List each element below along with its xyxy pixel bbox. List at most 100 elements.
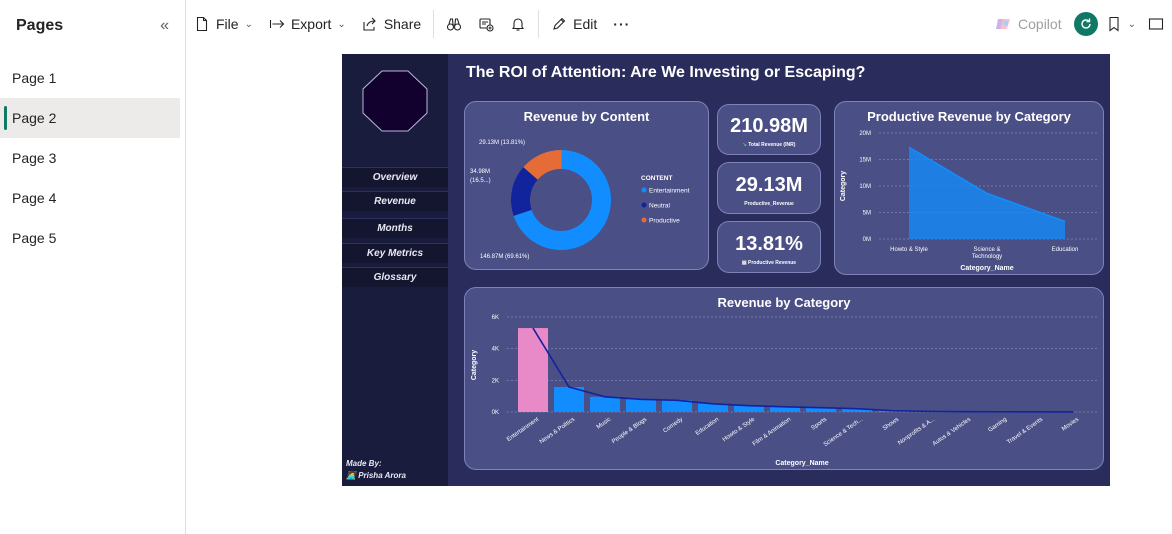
author-name: Prisha Arora: [358, 471, 406, 480]
nav-button[interactable]: Overview: [342, 167, 448, 187]
refresh-button[interactable]: [1073, 12, 1098, 36]
x-tick-label: Nonprofits & A...: [897, 417, 936, 447]
copilot-button[interactable]: Copilot: [986, 15, 1070, 33]
nav-button[interactable]: Months: [342, 218, 448, 238]
view-button[interactable]: [1144, 8, 1172, 40]
data-label: 34.98M: [470, 169, 490, 175]
binoculars-button[interactable]: [438, 8, 470, 40]
area-chart: 0M 5M 10M 15M 20M Howto & Style Science &Techn…: [840, 131, 1099, 272]
data-label: 146.87M (69.61%): [480, 254, 529, 260]
legend-label: Productive: [649, 218, 680, 225]
kpi-label: ▤ Productive Revenue: [718, 260, 820, 266]
report-toolbar: File ⌄ Export ⌄ Share Edit ··· Copilot ⌄: [186, 4, 1172, 44]
revenue-by-category-card[interactable]: Revenue by Category 0K 2K 4K 6K Entertainmen…: [464, 287, 1104, 470]
x-axis-title: Category_Name: [775, 460, 828, 467]
report-side-panel: Overview Revenue Months Key Metrics Glossary…: [342, 54, 448, 486]
x-tick-label: Education: [695, 417, 720, 437]
binoculars-icon: [447, 18, 462, 31]
nav-button[interactable]: Key Metrics: [342, 243, 448, 263]
x-axis-title: Category_Name: [960, 265, 1013, 272]
kpi-label: ↘ Total Revenue (INR): [718, 142, 820, 148]
bell-icon: [512, 18, 525, 31]
kpi-label: Productive_Revenue: [744, 201, 794, 207]
share-icon: [363, 17, 376, 31]
kpi-value: 13.81%: [735, 233, 803, 255]
legend-title: CONTENT: [641, 175, 672, 182]
made-by-credit: Made By: 🧑‍💻 Prisha Arora: [346, 458, 406, 482]
copilot-icon: [996, 19, 1011, 29]
y-axis-title: Category: [840, 171, 847, 201]
add-visual-icon: [479, 18, 494, 32]
y-tick-label: 0M: [863, 237, 871, 243]
pages-title: Pages: [16, 17, 64, 34]
bookmark-button[interactable]: ⌄: [1102, 8, 1140, 40]
kpi-label-text: Productive Revenue: [748, 260, 797, 266]
y-tick-label: 2K: [492, 378, 499, 384]
pencil-icon: [553, 17, 566, 30]
y-tick-label: 15M: [859, 158, 871, 164]
x-tick-label: Movies: [1061, 417, 1080, 433]
file-label: File: [216, 16, 239, 32]
page-item[interactable]: Page 3: [0, 138, 180, 178]
x-tick-label: Technology: [972, 254, 1002, 260]
x-tick-label: Comedy: [662, 417, 684, 435]
productive-revenue-by-category-card[interactable]: Productive Revenue by Category 0M 5M 10M 15…: [834, 101, 1104, 275]
pages-header: Pages «: [0, 0, 185, 52]
x-tick-label: Shows: [882, 417, 900, 432]
y-tick-label: 5M: [863, 211, 871, 217]
x-tick-label: Entertainment: [506, 417, 540, 444]
kpi-card-productive-revenue[interactable]: 29.13M Productive_Revenue: [717, 162, 821, 214]
x-tick-label: Howto & Style: [890, 247, 928, 253]
kpi-card-productive-pct[interactable]: 13.81% ▤ Productive Revenue: [717, 221, 821, 273]
ellipsis-icon: ···: [613, 16, 631, 32]
double-chevron-left-icon[interactable]: «: [160, 17, 169, 35]
revenue-by-content-card[interactable]: Revenue by Content 29.13M (13.81%) 34.98M…: [464, 101, 709, 270]
author-line: 🧑‍💻 Prisha Arora: [346, 470, 406, 482]
x-tick-label: Education: [1052, 247, 1079, 253]
chevron-down-icon: ⌄: [337, 18, 346, 30]
bar-line-chart: 0K 2K 4K 6K EntertainmentNews & Politics Musi…: [471, 315, 1099, 467]
x-tick-label: Sports: [810, 417, 828, 432]
legend-dot: [641, 187, 647, 193]
bar: [518, 328, 548, 412]
y-tick-label: 6K: [492, 315, 499, 321]
toolbar-right: Copilot ⌄: [986, 4, 1172, 44]
page-item[interactable]: Page 4: [0, 178, 180, 218]
add-visual-button[interactable]: [470, 8, 502, 40]
legend-dot: [641, 202, 647, 208]
toolbar-divider: [538, 10, 540, 38]
bar: [590, 396, 620, 412]
data-label: 29.13M (13.81%): [479, 140, 525, 146]
x-tick-label: Science & Tech...: [823, 417, 865, 449]
file-icon: [196, 16, 208, 32]
more-options-button[interactable]: ···: [605, 8, 638, 40]
y-tick-label: 10M: [859, 184, 871, 190]
export-menu-button[interactable]: Export ⌄: [261, 8, 354, 40]
bar: [626, 399, 656, 412]
file-menu-button[interactable]: File ⌄: [186, 8, 261, 40]
refresh-icon: [1080, 18, 1091, 29]
y-tick-label: 20M: [859, 131, 871, 137]
toolbar-divider: [433, 10, 435, 38]
report-canvas: Overview Revenue Months Key Metrics Glossary…: [342, 54, 1110, 486]
nav-button[interactable]: Revenue: [342, 191, 448, 211]
donut-chart: 29.13M (13.81%) 34.98M (16.5...) 146.87M (6…: [470, 140, 690, 260]
kpi-value: 29.13M: [735, 174, 803, 196]
y-tick-label: 4K: [492, 347, 499, 353]
y-tick-label: 0K: [492, 410, 499, 416]
legend-label: Entertainment: [649, 188, 690, 195]
nav-button[interactable]: Glossary: [342, 267, 448, 287]
x-tick-label: Howto & Style: [722, 416, 757, 443]
bar: [554, 386, 584, 412]
page-item[interactable]: Page 2: [0, 98, 180, 138]
share-button[interactable]: Share: [354, 8, 429, 40]
pages-pane: Pages « Page 1 Page 2 Page 3 Page 4 Page 5: [0, 0, 186, 534]
page-item[interactable]: Page 5: [0, 218, 180, 258]
share-label: Share: [383, 16, 422, 32]
chevron-down-icon: ⌄: [1127, 18, 1136, 30]
x-tick-label: Autos & Vehicles: [932, 417, 972, 448]
subscribe-button[interactable]: [502, 8, 534, 40]
kpi-card-total-revenue[interactable]: 210.98M ↘ Total Revenue (INR): [717, 104, 821, 155]
page-item[interactable]: Page 1: [0, 58, 180, 98]
edit-button[interactable]: Edit: [543, 8, 605, 40]
